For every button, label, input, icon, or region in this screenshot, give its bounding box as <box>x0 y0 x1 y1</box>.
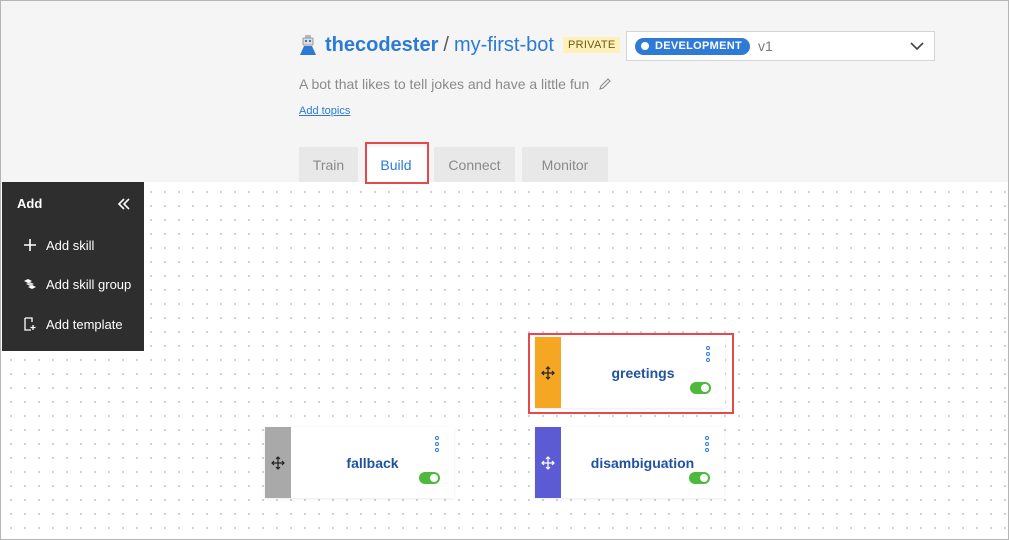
skill-enabled-toggle[interactable] <box>689 472 710 484</box>
skill-name[interactable]: fallback <box>291 427 454 498</box>
add-skill-group-label: Add skill group <box>46 276 132 292</box>
owner-link[interactable]: thecodester <box>325 34 438 57</box>
skill-enabled-toggle[interactable] <box>690 382 711 394</box>
more-options-icon[interactable] <box>705 346 711 364</box>
add-panel: Add Add skill Add skill group Add templa… <box>2 182 144 351</box>
move-icon <box>541 365 555 380</box>
environment-badge: DEVELOPMENT <box>635 37 751 55</box>
skill-card-greetings[interactable]: greetings <box>535 337 725 408</box>
bot-name-link[interactable]: my-first-bot <box>454 34 554 57</box>
add-panel-title: Add <box>17 196 43 211</box>
skill-group-icon <box>22 276 38 292</box>
more-options-icon[interactable] <box>434 436 440 454</box>
tab-monitor[interactable]: Monitor <box>522 147 608 182</box>
environment-badge-label: DEVELOPMENT <box>655 40 743 52</box>
skill-name[interactable]: greetings <box>561 337 725 408</box>
skill-card-fallback[interactable]: fallback <box>265 427 454 498</box>
skill-name[interactable]: disambiguation <box>561 427 724 498</box>
bot-title-row: thecodester / my-first-bot PRIVATE <box>299 31 621 59</box>
move-icon <box>271 455 285 470</box>
drag-handle[interactable] <box>535 337 561 408</box>
bot-description: A bot that likes to tell jokes and have … <box>299 76 612 92</box>
drag-handle[interactable] <box>265 427 291 498</box>
pencil-icon[interactable] <box>598 77 612 91</box>
bot-tabs: Train Build Connect Monitor <box>299 147 615 182</box>
chevron-down-icon[interactable] <box>908 37 926 55</box>
add-template-label: Add template <box>46 316 123 332</box>
bot-avatar-icon <box>299 34 317 56</box>
skill-enabled-toggle[interactable] <box>419 472 440 484</box>
tab-train[interactable]: Train <box>299 147 358 182</box>
visibility-badge: PRIVATE <box>562 37 621 53</box>
add-skill-group-button[interactable]: Add skill group <box>22 274 131 294</box>
path-separator: / <box>443 33 449 56</box>
app-window: thecodester / my-first-bot PRIVATE DEVEL… <box>0 0 1009 540</box>
bot-header: thecodester / my-first-bot PRIVATE DEVEL… <box>1 1 1008 182</box>
plus-icon <box>22 237 38 253</box>
environment-select[interactable]: DEVELOPMENT v1 <box>626 31 935 61</box>
skill-canvas[interactable] <box>1 182 1008 539</box>
add-template-button[interactable]: Add template <box>22 314 123 334</box>
tab-connect[interactable]: Connect <box>434 147 515 182</box>
add-skill-label: Add skill <box>46 237 95 253</box>
bot-description-text: A bot that likes to tell jokes and have … <box>299 76 590 92</box>
move-icon <box>541 455 555 470</box>
add-topics-link[interactable]: Add topics <box>299 105 350 117</box>
status-dot-icon <box>641 42 649 50</box>
drag-handle[interactable] <box>535 427 561 498</box>
template-icon <box>22 316 38 332</box>
environment-version: v1 <box>758 38 773 54</box>
collapse-double-chevron-icon[interactable] <box>116 196 132 212</box>
more-options-icon[interactable] <box>704 436 710 454</box>
tab-build[interactable]: Build <box>365 147 427 182</box>
skill-card-disambiguation[interactable]: disambiguation <box>535 427 724 498</box>
add-skill-button[interactable]: Add skill <box>22 235 94 255</box>
